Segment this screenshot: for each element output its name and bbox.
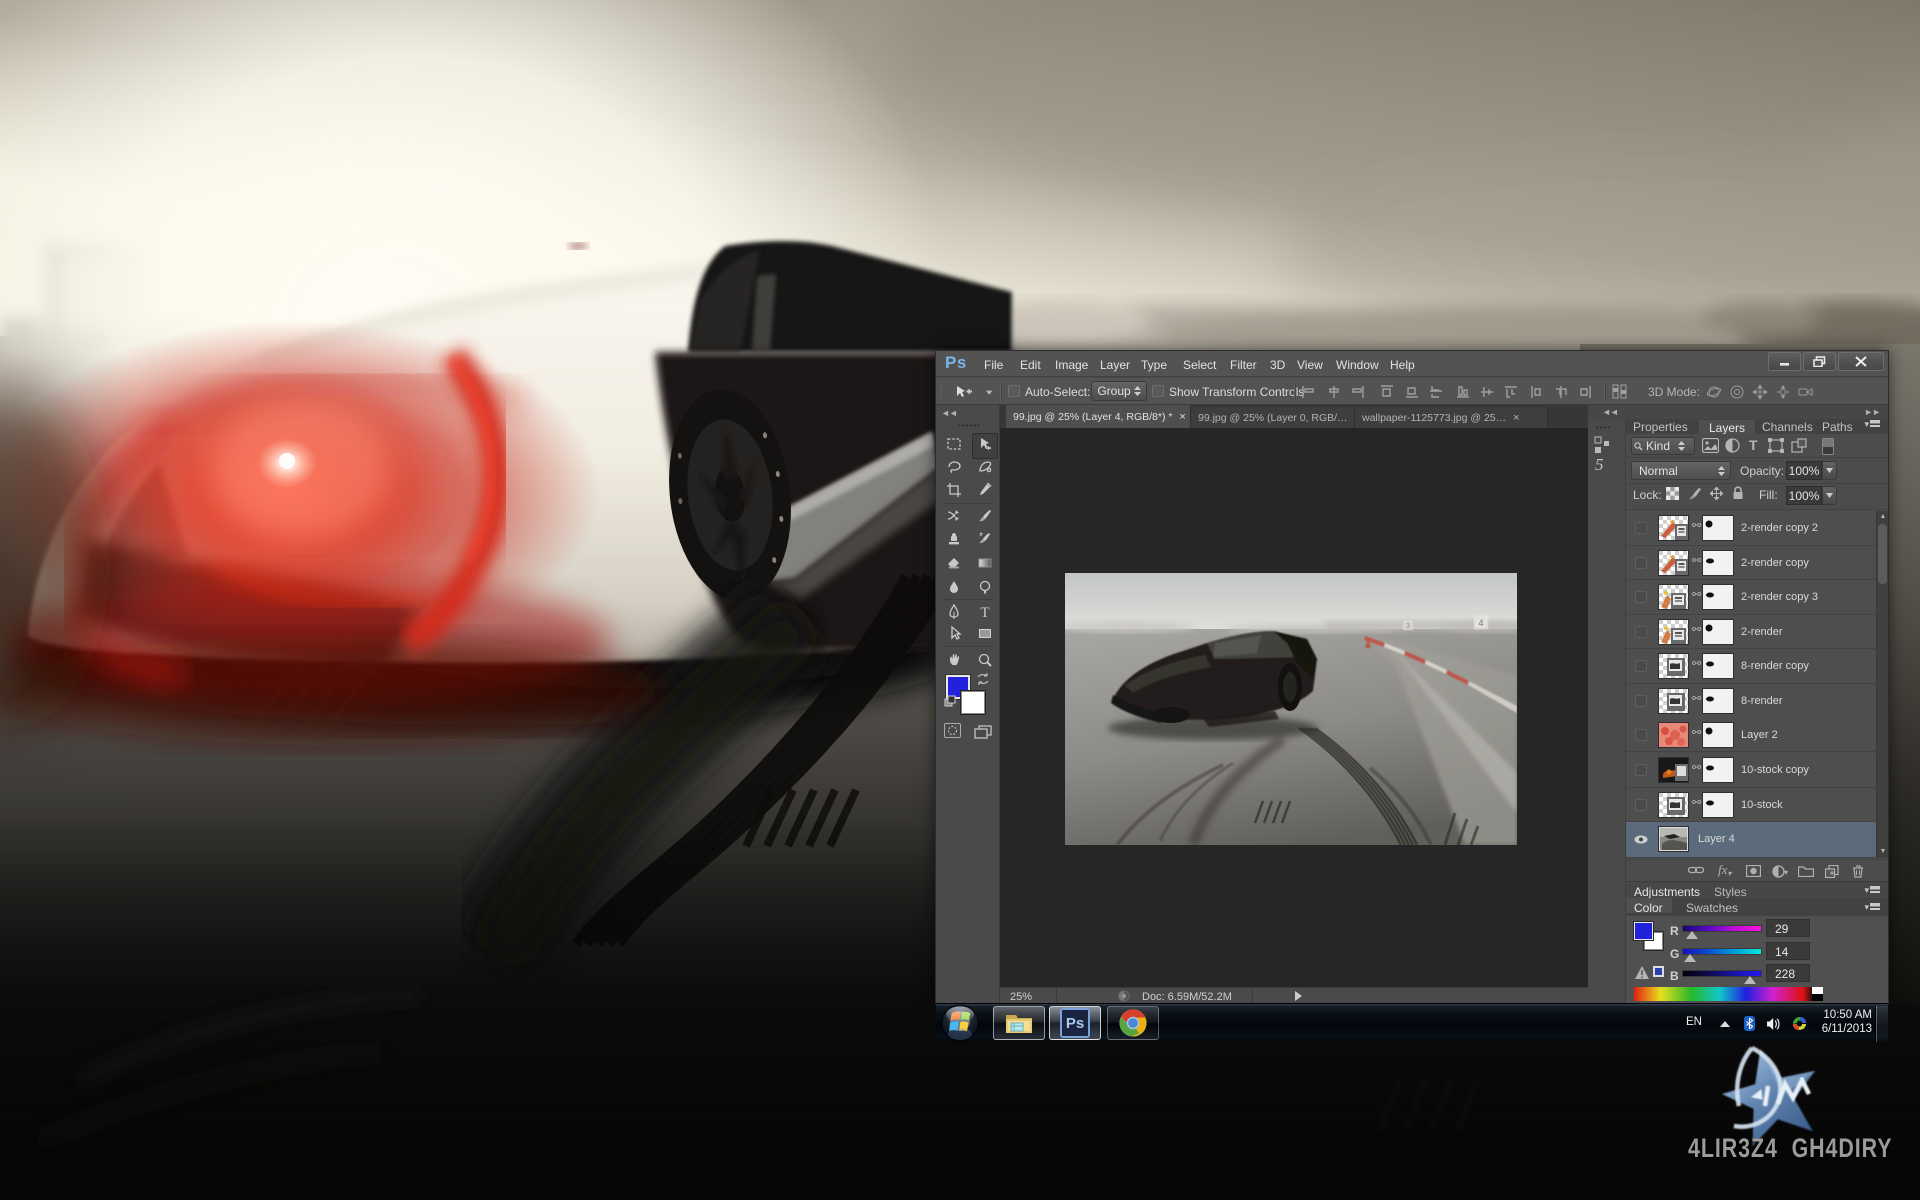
svg-text:3: 3 xyxy=(1406,623,1410,630)
svg-text:4: 4 xyxy=(1478,618,1483,628)
svg-text:T: T xyxy=(980,605,989,621)
